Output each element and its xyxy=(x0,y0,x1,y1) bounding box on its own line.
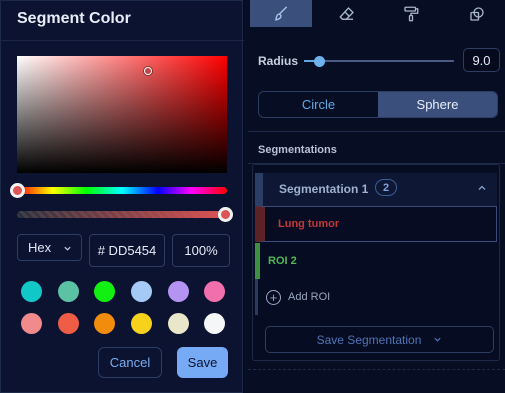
brush-tool-button[interactable] xyxy=(250,0,312,27)
color-picker-handle[interactable] xyxy=(144,67,152,75)
color-swatch[interactable] xyxy=(168,281,189,302)
paint-roller-icon xyxy=(404,6,419,21)
radius-control: Radius 9.0 xyxy=(258,47,500,75)
circle-shape-button[interactable]: Circle xyxy=(259,92,378,117)
segmentation-group-title: Segmentation 1 xyxy=(279,182,369,196)
section-divider xyxy=(248,131,505,132)
segmentations-heading: Segmentations xyxy=(258,144,337,156)
segment-item-lung-tumor[interactable]: Lung tumor xyxy=(255,206,497,242)
color-swatch[interactable] xyxy=(58,313,79,334)
color-swatch[interactable] xyxy=(204,281,225,302)
brush-shape-toggle: Circle Sphere xyxy=(258,91,498,118)
color-swatch[interactable] xyxy=(21,313,42,334)
brush-icon xyxy=(275,6,287,21)
hue-slider[interactable] xyxy=(10,183,227,198)
hue-slider-knob[interactable] xyxy=(10,183,25,198)
color-swatch[interactable] xyxy=(94,281,115,302)
saturation-value-picker[interactable] xyxy=(17,56,227,173)
save-segmentation-button[interactable]: Save Segmentation xyxy=(265,326,494,353)
hex-input[interactable]: # DD5454 xyxy=(89,234,165,267)
color-swatch[interactable] xyxy=(21,281,42,302)
segment-label: ROI 2 xyxy=(268,255,297,267)
paint-roller-tool-button[interactable] xyxy=(394,0,428,27)
alpha-input[interactable]: 100% xyxy=(172,234,230,267)
segment-label: Lung tumor xyxy=(278,218,340,230)
segmentation-panel: Radius 9.0 Circle Sphere Segmentations S… xyxy=(244,0,505,393)
tool-toolbar xyxy=(244,0,505,27)
alpha-slider-knob[interactable] xyxy=(218,207,233,222)
color-swatch[interactable] xyxy=(131,281,152,302)
threshold-icon xyxy=(470,6,484,21)
radius-slider[interactable] xyxy=(304,56,454,67)
radius-value-input[interactable]: 9.0 xyxy=(463,48,500,72)
cancel-button[interactable]: Cancel xyxy=(98,347,162,378)
title-divider xyxy=(1,40,244,41)
chevron-down-icon xyxy=(434,337,441,342)
alpha-slider[interactable] xyxy=(17,207,233,222)
chevron-up-icon[interactable] xyxy=(477,183,487,193)
color-swatch[interactable] xyxy=(94,313,115,334)
segmentation-group-header[interactable]: Segmentation 1 2 xyxy=(255,173,497,206)
radius-label: Radius xyxy=(258,54,299,68)
plus-circle-icon: + xyxy=(266,289,281,305)
save-segmentation-label: Save Segmentation xyxy=(316,332,422,347)
add-roi-button[interactable]: + Add ROI xyxy=(255,279,497,315)
color-swatch[interactable] xyxy=(58,281,79,302)
segmentation-list: Segmentation 1 2 Lung tumor ROI 2 + Add … xyxy=(252,164,500,361)
color-swatch[interactable] xyxy=(131,313,152,334)
color-format-select[interactable]: Hex xyxy=(17,234,82,261)
segment-item-roi-2[interactable]: ROI 2 xyxy=(255,243,497,279)
eraser-tool-button[interactable] xyxy=(330,0,364,27)
color-swatch[interactable] xyxy=(204,313,225,334)
color-format-value: Hex xyxy=(28,240,52,255)
radius-slider-thumb[interactable] xyxy=(314,56,325,67)
chevron-down-icon xyxy=(64,246,71,251)
segment-count-badge: 2 xyxy=(375,179,397,196)
eraser-icon xyxy=(339,6,354,20)
panel-bottom-divider xyxy=(248,369,505,370)
dialog-title: Segment Color xyxy=(17,10,131,27)
save-button[interactable]: Save xyxy=(177,347,228,378)
color-swatch[interactable] xyxy=(168,313,189,334)
threshold-tool-button[interactable] xyxy=(460,0,494,27)
segment-color-dialog: Segment Color Hex # DD5454 100% Cancel S… xyxy=(0,0,244,393)
add-roi-label: Add ROI xyxy=(288,291,331,303)
sphere-shape-button[interactable]: Sphere xyxy=(378,92,497,117)
